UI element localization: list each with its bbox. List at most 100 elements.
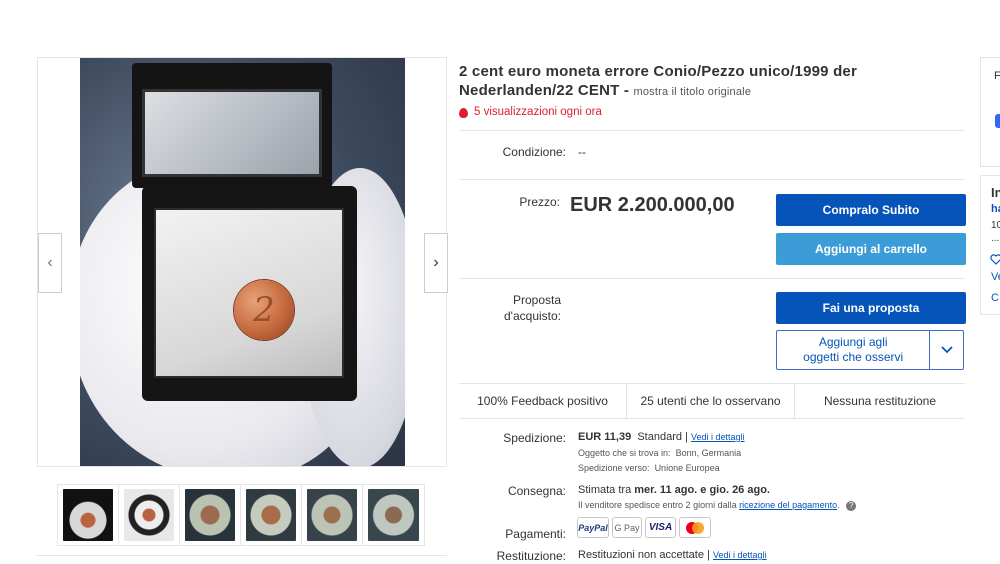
seller-name-link[interactable]: ha <box>991 203 1000 215</box>
coin: 2 <box>234 280 294 340</box>
item-location-label: Oggetto che si trova in: <box>578 448 671 458</box>
shipping-label: Spedizione: <box>503 431 566 445</box>
feedback-stat: 100% Feedback positivo <box>459 384 627 418</box>
make-offer-button[interactable]: Fai una proposta <box>776 292 966 324</box>
thumbnail[interactable] <box>180 485 241 545</box>
item-location-value: Bonn, Germania <box>675 448 742 458</box>
seller-link-v[interactable]: Ve <box>991 271 1000 283</box>
returns-value: Restituzioni non accettate <box>578 549 704 561</box>
shipping-separator: | <box>685 431 688 443</box>
returns-details-link[interactable]: Vedi i dettagli <box>713 550 767 560</box>
offer-label: Proposta d'acquisto: <box>480 292 561 324</box>
visa-text: VISA <box>648 522 673 533</box>
prev-image-button[interactable]: ‹ <box>38 233 62 293</box>
heart-icon[interactable] <box>990 254 1000 265</box>
seller-panel: F <box>980 57 1000 167</box>
item-location: Oggetto che si trova in: Bonn, Germania <box>578 448 741 458</box>
chevron-down-icon <box>941 346 953 354</box>
gpay-text: G Pay <box>614 522 640 533</box>
thumbnail-image <box>246 489 296 541</box>
chevron-left-icon: ‹ <box>47 254 53 271</box>
views-indicator: 5 visualizzazioni ogni ora <box>459 106 602 118</box>
returns-line: Restituzioni non accettate | Vedi i dett… <box>578 549 767 561</box>
display-box-lid-window <box>142 89 322 177</box>
offer-label-line1: Proposta <box>512 293 561 307</box>
shipping-details-link[interactable]: Vedi i dettagli <box>691 432 745 442</box>
shipping-method: Standard <box>637 431 682 443</box>
returns-stat: Nessuna restituzione <box>823 394 937 408</box>
thumbnail-image <box>63 489 113 541</box>
delivery-note-suffix: . <box>837 500 840 510</box>
seller-ellipsis: ... <box>991 233 1000 244</box>
seller-feedback-count: 10 <box>991 220 1000 231</box>
thumbnail[interactable] <box>119 485 180 545</box>
divider <box>459 130 965 131</box>
condition-value: -- <box>578 145 586 159</box>
price-label: Prezzo: <box>519 195 560 209</box>
visa-logo: VISA <box>645 517 676 538</box>
views-text: 5 visualizzazioni ogni ora <box>474 106 602 118</box>
shipping-line: EUR 11,39 Standard | Vedi i dettagli <box>578 431 745 443</box>
divider <box>459 278 965 279</box>
watchers-stat: 25 utenti che lo osservano <box>627 384 795 418</box>
thumbnail[interactable] <box>241 485 302 545</box>
mastercard-icon <box>686 521 704 534</box>
paypal-text: PayPal <box>578 522 608 533</box>
thumbnail-image <box>124 489 174 541</box>
payments-label: Pagamenti: <box>505 527 566 541</box>
shipping-price: EUR 11,39 <box>578 431 632 443</box>
chevron-right-icon: › <box>433 254 439 271</box>
flame-icon <box>459 106 468 118</box>
buy-now-button[interactable]: Compralo Subito <box>776 194 966 226</box>
watchlist-dropdown-toggle[interactable] <box>929 331 963 369</box>
seller-link-c[interactable]: C <box>991 292 999 304</box>
delivery-label: Consegna: <box>507 484 566 498</box>
seller-stats-bar: 100% Feedback positivo 25 utenti che lo … <box>459 383 965 419</box>
next-image-button[interactable]: › <box>424 233 448 293</box>
help-icon[interactable]: ? <box>846 500 857 511</box>
show-original-title-link[interactable]: mostra il titolo originale <box>633 86 751 98</box>
coin-mark: 2 <box>253 290 275 330</box>
ships-to-label: Spedizione verso: <box>578 463 650 473</box>
delivery-dates: mer. 11 ago. e gio. 26 ago. <box>634 484 770 496</box>
payment-receipt-link[interactable]: ricezione del pagamento <box>739 500 837 510</box>
side-panel-title: In <box>991 185 1000 200</box>
watch-label: Aggiungi agli oggetti che osservi <box>777 331 929 369</box>
thumbnail-image <box>368 489 419 541</box>
watch-label-line2: oggetti che osservi <box>803 350 904 364</box>
side-panel-letter: F <box>994 70 1000 82</box>
display-box-base: 2 <box>142 186 357 401</box>
thumbnail-image <box>185 489 235 541</box>
delivery-note: Il venditore spedisce entro 2 giorni dal… <box>578 500 857 511</box>
delivery-prefix: Stimata tra <box>578 484 632 496</box>
add-to-cart-button[interactable]: Aggiungi al carrello <box>776 233 966 265</box>
offer-label-line2: d'acquisto: <box>504 309 561 323</box>
listing-title-block: 2 cent euro moneta errore Conio/Pezzo un… <box>459 62 899 102</box>
returns-label: Restituzione: <box>496 549 566 563</box>
condition-label: Condizione: <box>502 145 566 159</box>
delivery-note-prefix: Il venditore spedisce entro 2 giorni dal… <box>578 500 737 510</box>
thumbnail-image <box>307 489 357 541</box>
divider <box>459 179 965 180</box>
seller-info-panel: In ha 10 ... Ve C <box>980 175 1000 315</box>
main-product-image[interactable]: 2 <box>80 58 405 466</box>
mastercard-logo <box>679 517 711 538</box>
add-to-watchlist-button[interactable]: Aggiungi agli oggetti che osservi <box>776 330 964 370</box>
watch-label-line1: Aggiungi agli <box>818 335 888 349</box>
divider <box>37 555 447 556</box>
display-box-lid <box>132 63 332 188</box>
title-separator: - <box>619 82 634 99</box>
thumbnail[interactable] <box>363 485 424 545</box>
badge-icon <box>995 114 1000 128</box>
returns-separator: | <box>707 549 710 561</box>
thumbnail[interactable] <box>58 485 119 545</box>
paypal-logo: PayPal <box>577 517 609 538</box>
thumbnail-strip <box>57 484 425 546</box>
price-value: EUR 2.200.000,00 <box>570 194 735 216</box>
thumbnail[interactable] <box>302 485 363 545</box>
delivery-estimate: Stimata tra mer. 11 ago. e gio. 26 ago. <box>578 484 770 496</box>
ships-to: Spedizione verso: Unione Europea <box>578 463 720 473</box>
image-gallery: 2 ‹ › <box>37 57 448 467</box>
display-box-window: 2 <box>154 208 344 378</box>
gpay-logo: G Pay <box>612 517 642 538</box>
